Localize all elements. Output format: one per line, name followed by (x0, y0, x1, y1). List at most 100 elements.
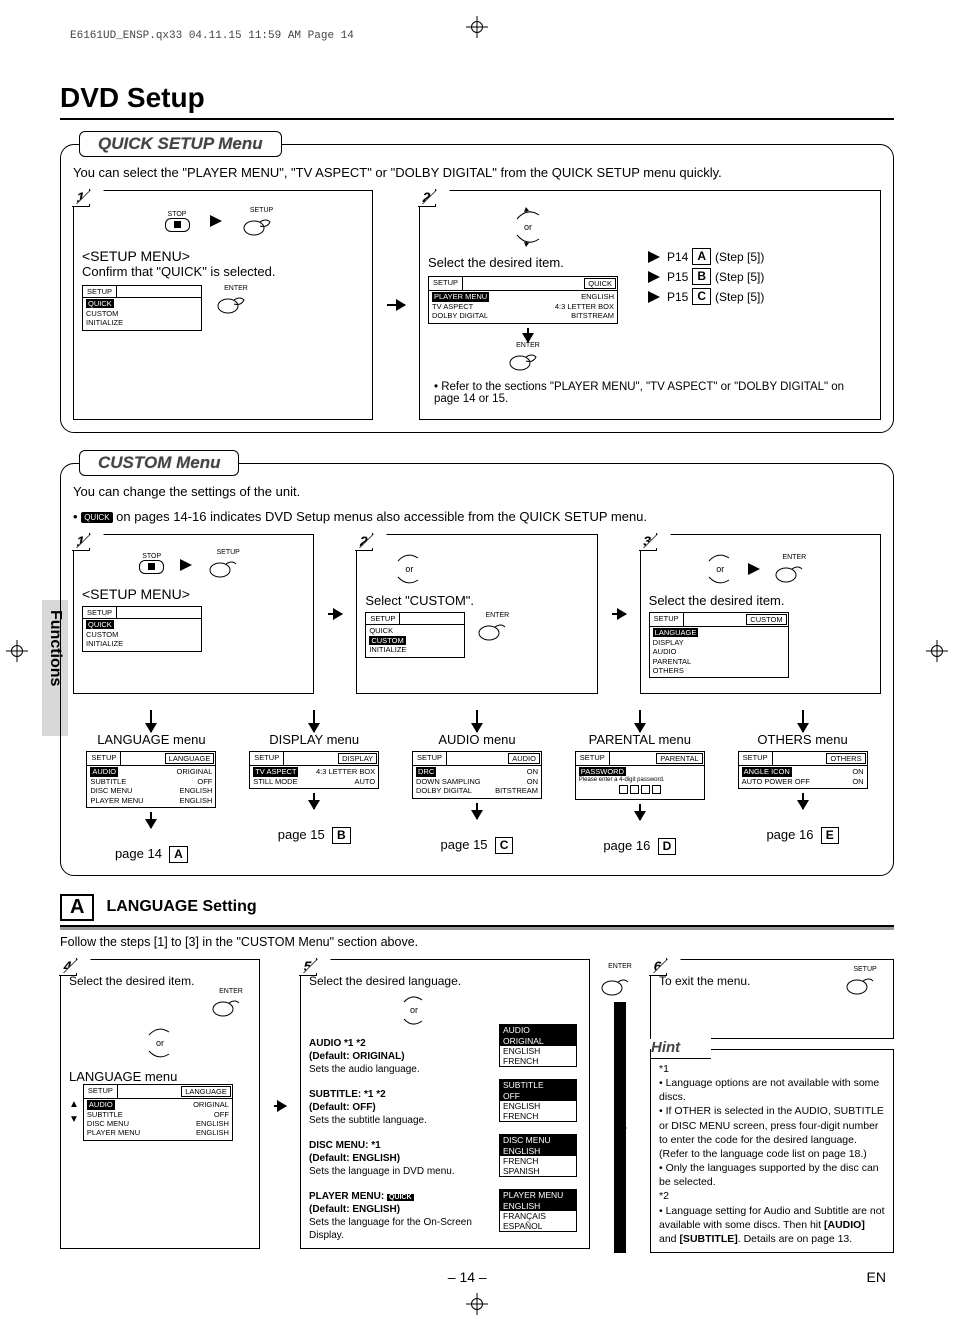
mini-menu: SETUPAUDIO DRCON DOWN SAMPLINGON DOLBY D… (412, 751, 542, 799)
row-l: STILL MODE (253, 777, 297, 786)
val-bitstream: BITSTREAM (571, 311, 614, 320)
menu-item: AUDIO (653, 647, 785, 656)
row-dolby: DOLBY DIGITAL (432, 311, 488, 320)
custom-step3-desc: Select the desired item. (649, 593, 872, 608)
custom-step-1: 1 STOP SETUP <SETUP MENU> SETUP QUICK CU… (73, 534, 314, 694)
row-l: TV ASPECT (253, 767, 298, 776)
hand-press-icon (774, 561, 814, 585)
menu-header-l: SETUP (87, 752, 121, 765)
list-item: FRENCH (500, 1156, 576, 1166)
row-l: DOWN SAMPLING (416, 777, 481, 786)
row-l: AUDIO (87, 1100, 115, 1109)
stop-button-icon (139, 560, 164, 574)
quick-step-1: 1 STOP SETUP (73, 190, 373, 420)
pointer-row-b: P15 B (Step [5]) (648, 268, 872, 285)
menu-header-l: SETUP (650, 613, 684, 626)
opt-audio-text: Sets the audio language. (309, 1063, 489, 1076)
subtitle-list: SUBTITLE OFF ENGLISH FRENCH (499, 1079, 577, 1122)
submenu-title: DISPLAY menu (269, 732, 359, 747)
language-menu-title: LANGUAGE menu (69, 1069, 251, 1084)
arrow-right-icon (180, 559, 192, 571)
quick-setup-section: QUICK SETUP Menu You can select the "PLA… (60, 144, 894, 433)
setup-label: SETUP (208, 549, 248, 556)
quick-note: • Refer to the sections "PLAYER MENU", "… (428, 381, 872, 405)
hand-press-icon (845, 973, 885, 997)
submenu-others: OTHERS menu SETUPOTHERS ANGLE ICONON AUT… (724, 710, 881, 863)
row-l: DRC (416, 767, 436, 776)
hint-bullet: • Only the languages supported by the di… (659, 1161, 885, 1189)
row-r: BITSTREAM (495, 786, 538, 795)
hand-press-icon (477, 619, 517, 643)
stop-label: STOP (165, 211, 190, 218)
page-ref: page 16 (766, 827, 813, 842)
language-follow-text: Follow the steps [1] to [3] in the "CUST… (60, 935, 894, 949)
menu-item-quick: QUICK (86, 299, 114, 308)
quick-badge: QUICK (81, 512, 112, 523)
opt-disc-default: (Default: ENGLISH) (309, 1152, 489, 1165)
val-letterbox: 4:3 LETTER BOX (555, 302, 614, 311)
quick-setup-title: QUICK SETUP Menu (79, 131, 282, 157)
menu-item: CUSTOM (86, 630, 198, 639)
setup-menu-heading: <SETUP MENU> (82, 586, 305, 602)
password-msg: Please enter a 4-digit password. (579, 777, 701, 785)
hand-up-icon (402, 992, 426, 1004)
list-header: PLAYER MENU (500, 1190, 576, 1201)
print-slug: E6161UD_ENSP.qx33 04.11.15 11:59 AM Page… (60, 30, 894, 42)
submenu-title: LANGUAGE menu (97, 732, 205, 747)
menu-header-r: LANGUAGE (165, 753, 215, 764)
menu-header-r: DISPLAY (338, 753, 377, 764)
menu-header-r: QUICK (584, 278, 616, 289)
lang-step-4: 4 Select the desired item. ENTER or LANG… (60, 959, 260, 1249)
menu-header-l: SETUP (84, 1085, 118, 1098)
row-l: PLAYER MENU (90, 796, 143, 805)
pointer-row-a: P14 A (Step [5]) (648, 248, 872, 265)
arrow-down-icon (639, 710, 641, 732)
menu-item: PARENTAL (653, 657, 785, 666)
hand-down-icon (146, 1049, 174, 1063)
menu-item: QUICK (369, 626, 461, 635)
submenu-parental: PARENTAL menu SETUPPARENTAL PASSWORD Ple… (561, 710, 718, 863)
submenu-language: LANGUAGE menu SETUPLANGUAGE AUDIOORIGINA… (73, 710, 230, 863)
page-footer: – 14 – EN (60, 1269, 894, 1285)
menu-item-custom: CUSTOM (86, 309, 198, 318)
row-r: ON (852, 777, 863, 786)
list-header: SUBTITLE (500, 1080, 576, 1091)
section-letter: A (60, 894, 94, 921)
or-label: or (405, 564, 413, 574)
row-tv-aspect: TV ASPECT (432, 302, 473, 311)
lang-step-5: 5 Select the desired language. or AUDIO … (300, 959, 590, 1249)
hand-up-icon (513, 205, 543, 221)
hand-press-icon (216, 292, 256, 316)
list-header: AUDIO (500, 1025, 576, 1036)
menu-header-l: SETUP (429, 277, 463, 290)
menu-header-l: SETUP (250, 752, 284, 765)
hand-up-icon (146, 1023, 174, 1037)
row-r: OFF (197, 777, 212, 786)
step5-desc: Select the desired language. (309, 974, 489, 990)
menu-item: INITIALIZE (369, 645, 461, 654)
ref-box: D (658, 838, 677, 855)
opt-sub-text: Sets the subtitle language. (309, 1114, 489, 1127)
setup-menu-heading: <SETUP MENU> (82, 248, 364, 264)
custom-intro-1: You can change the settings of the unit. (73, 484, 881, 499)
menu-header-r: OTHERS (826, 753, 865, 764)
menu-item: DISPLAY (653, 638, 785, 647)
arrow-down-icon (476, 803, 478, 819)
setup-mini-menu: SETUP QUICK CUSTOM INITIALIZE (365, 612, 465, 658)
menu-header-r: PARENTAL (656, 753, 702, 764)
quick-intro: You can select the "PLAYER MENU", "TV AS… (73, 165, 881, 180)
submenu-display: DISPLAY menu SETUPDISPLAY TV ASPECT4:3 L… (236, 710, 393, 863)
enter-label: ENTER (477, 612, 517, 619)
or-label: or (716, 564, 724, 574)
hand-down-icon (402, 1017, 426, 1029)
menu-header-r: AUDIO (508, 753, 540, 764)
custom-step2-desc: Select "CUSTOM". (365, 593, 588, 608)
arrow-down-icon (313, 793, 315, 809)
menu-header: SETUP (366, 613, 400, 624)
opt-disc-head: DISC MENU: *1 (309, 1139, 489, 1152)
row-r: ORIGINAL (177, 767, 213, 776)
list-header: DISC MENU (500, 1135, 576, 1146)
row-l: DISC MENU (87, 1119, 129, 1128)
flow-arrow-right (274, 1105, 286, 1107)
submenu-row: LANGUAGE menu SETUP LANGUAGE AUDIO ORIGINA… (73, 710, 881, 863)
